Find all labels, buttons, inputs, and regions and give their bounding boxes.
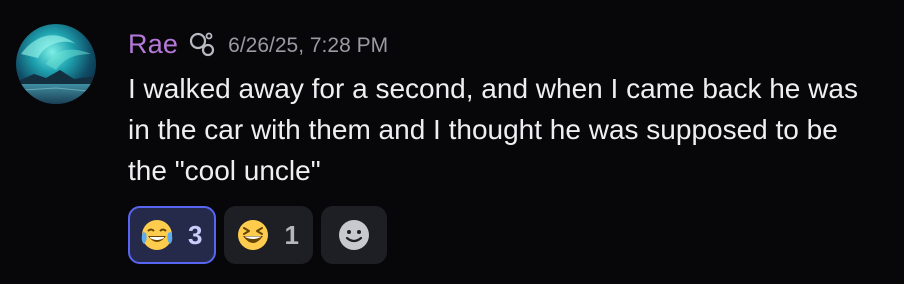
reaction-count: 1 (284, 219, 299, 250)
message-header: Rae 6/26/25, 7:28 PM (128, 27, 388, 61)
aurora-landscape-avatar-icon (16, 24, 96, 104)
reaction-tears-of-joy[interactable]: 3 (128, 206, 217, 264)
bubbles-badge-icon[interactable] (188, 30, 216, 58)
grinning-squinting-face-icon (236, 218, 270, 252)
author-name[interactable]: Rae (128, 29, 178, 60)
message-content: I walked away for a second, and when I c… (128, 73, 858, 186)
face-with-tears-of-joy-icon (140, 218, 174, 252)
reaction-grinning-squinting[interactable]: 1 (224, 206, 313, 264)
add-reaction-smiley-icon (338, 220, 369, 250)
chat-message: Rae 6/26/25, 7:28 PM I walked away for a… (0, 0, 904, 284)
reaction-count: 3 (188, 219, 203, 250)
avatar[interactable] (16, 24, 96, 104)
message-timestamp[interactable]: 6/26/25, 7:28 PM (228, 34, 388, 58)
add-reaction-button[interactable] (320, 206, 387, 264)
reactions-bar: 3 1 (128, 206, 387, 264)
